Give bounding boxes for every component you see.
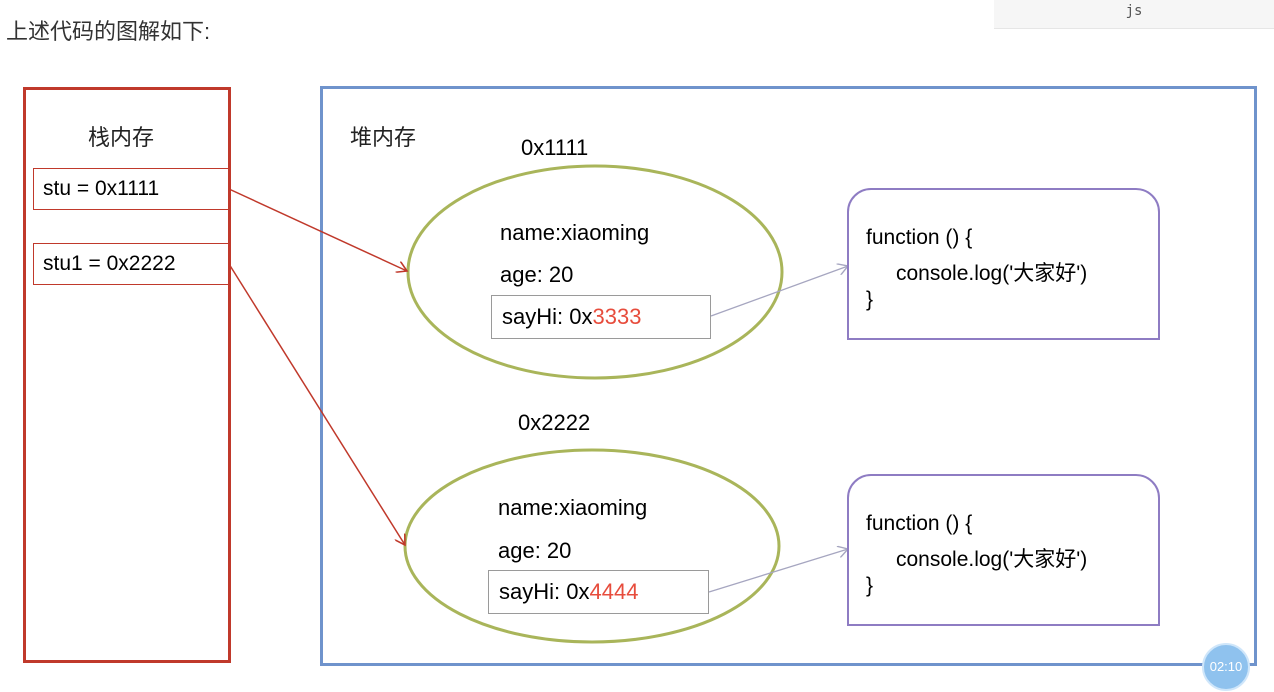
object-2-sayhi-prefix: sayHi: 0x <box>499 579 590 604</box>
object-1-sayhi: sayHi: 0x3333 <box>491 295 711 339</box>
function-box-2: function () { console.log('大家好') } <box>847 474 1160 626</box>
arrow-sayhi-1-to-function <box>710 266 848 317</box>
arrow-stu-to-object-1 <box>228 188 407 271</box>
object-2-sayhi-highlight: 4444 <box>589 579 639 604</box>
arrow-stu1-to-object-2 <box>228 263 405 545</box>
object-2-name: name:xiaoming <box>498 495 648 520</box>
object-1-sayhi-prefix: sayHi: 0x <box>502 304 593 329</box>
object-1-address: 0x1111 <box>521 135 589 160</box>
function-1-line-2: console.log('大家好') <box>896 262 1088 285</box>
object-2-age: age: 20 <box>498 538 572 563</box>
function-1-line-1: function () { <box>866 226 973 249</box>
function-1-line-3: } <box>866 288 874 311</box>
object-1-ellipse <box>406 164 784 380</box>
object-1-age: age: 20 <box>500 262 574 287</box>
object-1-name: name:xiaoming <box>500 220 650 245</box>
function-box-1: function () { console.log('大家好') } <box>847 188 1160 340</box>
function-2-line-1: function () { <box>866 512 973 535</box>
object-2-address: 0x2222 <box>518 410 591 435</box>
video-timer-badge[interactable]: 02:10 <box>1202 643 1250 691</box>
function-2-line-2: console.log('大家好') <box>896 548 1088 571</box>
object-1-sayhi-highlight: 3333 <box>592 304 642 329</box>
diagram-stage: 上述代码的图解如下: js 栈内存 stu = 0x1111 stu1 = 0x… <box>0 0 1274 692</box>
object-2-sayhi: sayHi: 0x4444 <box>488 570 709 614</box>
function-2-line-3: } <box>866 574 874 597</box>
